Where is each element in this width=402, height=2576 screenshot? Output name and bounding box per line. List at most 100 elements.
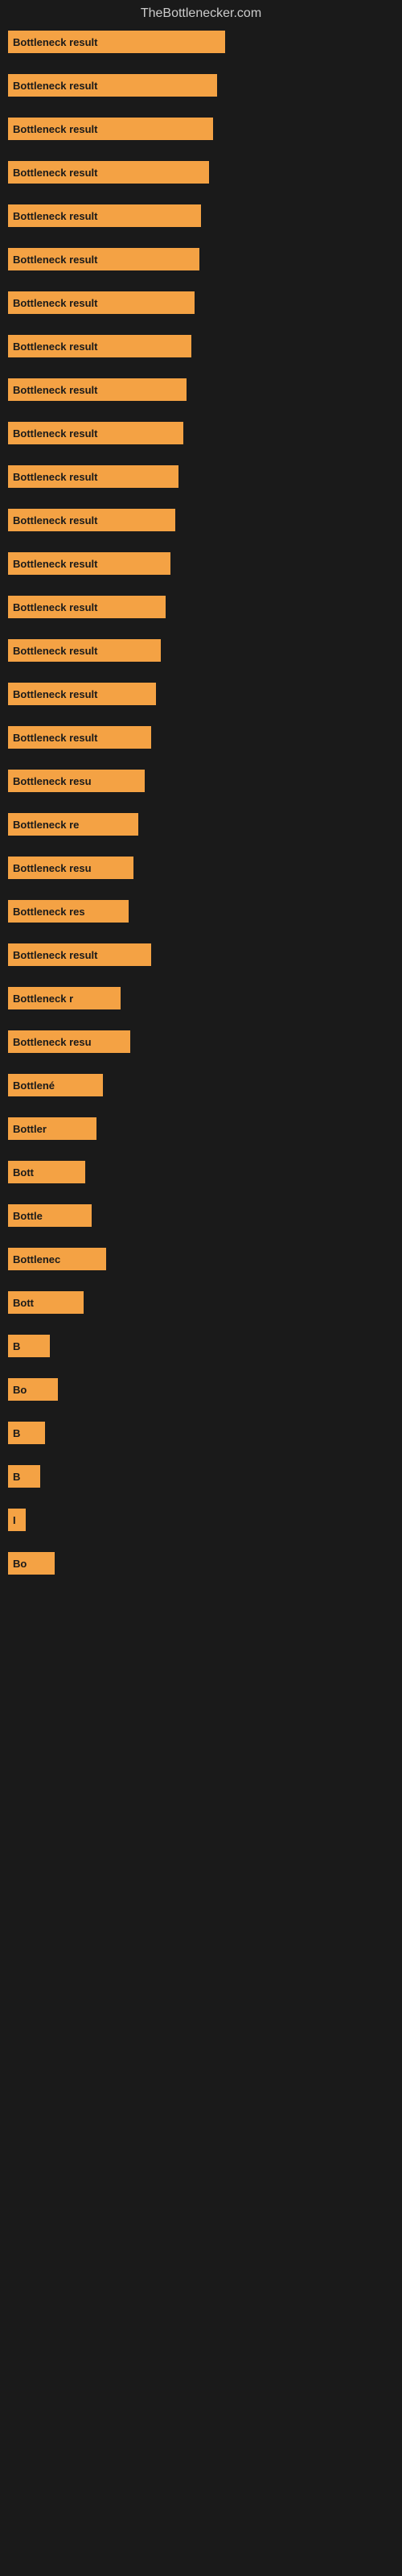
bar-label-9: Bottleneck result xyxy=(13,384,97,396)
bar-row: Bottleneck result xyxy=(8,204,394,227)
bar-row: Bottle xyxy=(8,1204,394,1227)
bar-label-2: Bottleneck result xyxy=(13,80,97,92)
bar-row: Bottleneck r xyxy=(8,987,394,1009)
bar-row: Bottleneck result xyxy=(8,248,394,270)
bar-label-4: Bottleneck result xyxy=(13,167,97,179)
bar-row: Bottler xyxy=(8,1117,394,1140)
bar-item-18: Bottleneck resu xyxy=(8,770,145,792)
bar-label-28: Bottle xyxy=(13,1210,43,1222)
bar-label-22: Bottleneck result xyxy=(13,949,97,961)
bar-label-21: Bottleneck res xyxy=(13,906,85,918)
bar-item-17: Bottleneck result xyxy=(8,726,151,749)
bar-label-36: Bo xyxy=(13,1558,27,1570)
bar-item-5: Bottleneck result xyxy=(8,204,201,227)
bar-row: Bottleneck result xyxy=(8,509,394,531)
bar-label-33: B xyxy=(13,1427,20,1439)
bar-label-6: Bottleneck result xyxy=(13,254,97,266)
bar-row: Bottleneck result xyxy=(8,161,394,184)
bar-row: Bottleneck result xyxy=(8,74,394,97)
bar-label-15: Bottleneck result xyxy=(13,645,97,657)
bar-item-14: Bottleneck result xyxy=(8,596,166,618)
bar-item-31: B xyxy=(8,1335,50,1357)
bar-item-3: Bottleneck result xyxy=(8,118,213,140)
bar-row: B xyxy=(8,1335,394,1357)
bar-row: Bo xyxy=(8,1378,394,1401)
bar-item-15: Bottleneck result xyxy=(8,639,161,662)
bar-label-17: Bottleneck result xyxy=(13,732,97,744)
bar-item-33: B xyxy=(8,1422,45,1444)
bar-row: B xyxy=(8,1422,394,1444)
bar-item-4: Bottleneck result xyxy=(8,161,209,184)
bar-item-25: Bottlené xyxy=(8,1074,103,1096)
bar-row: Bottleneck result xyxy=(8,378,394,401)
bar-row: Bottleneck res xyxy=(8,900,394,923)
bar-label-27: Bott xyxy=(13,1166,34,1179)
bar-row: Bottleneck result xyxy=(8,31,394,53)
bar-item-9: Bottleneck result xyxy=(8,378,187,401)
bar-item-10: Bottleneck result xyxy=(8,422,183,444)
bar-item-24: Bottleneck resu xyxy=(8,1030,130,1053)
bar-row: Bottlenec xyxy=(8,1248,394,1270)
bar-row: Bottleneck result xyxy=(8,683,394,705)
bar-label-10: Bottleneck result xyxy=(13,427,97,440)
bar-row: Bottleneck result xyxy=(8,335,394,357)
bar-label-32: Bo xyxy=(13,1384,27,1396)
bar-row: Bottleneck result xyxy=(8,943,394,966)
bar-item-20: Bottleneck resu xyxy=(8,857,133,879)
bar-item-36: Bo xyxy=(8,1552,55,1575)
bar-item-26: Bottler xyxy=(8,1117,96,1140)
bar-row: B xyxy=(8,1465,394,1488)
bar-label-25: Bottlené xyxy=(13,1080,55,1092)
bar-label-34: B xyxy=(13,1471,20,1483)
bar-item-35: I xyxy=(8,1509,26,1531)
bar-label-30: Bott xyxy=(13,1297,34,1309)
bar-item-16: Bottleneck result xyxy=(8,683,156,705)
bar-row: Bottleneck result xyxy=(8,465,394,488)
bar-row: Bottleneck resu xyxy=(8,770,394,792)
bar-label-19: Bottleneck re xyxy=(13,819,79,831)
bar-item-8: Bottleneck result xyxy=(8,335,191,357)
bar-row: Bott xyxy=(8,1291,394,1314)
site-title: TheBottlenecker.com xyxy=(0,0,402,31)
bar-row: Bottleneck result xyxy=(8,726,394,749)
bar-label-8: Bottleneck result xyxy=(13,341,97,353)
bar-row: Bottleneck result xyxy=(8,596,394,618)
bar-item-28: Bottle xyxy=(8,1204,92,1227)
bar-row: Bottleneck result xyxy=(8,639,394,662)
bar-item-13: Bottleneck result xyxy=(8,552,170,575)
bar-item-19: Bottleneck re xyxy=(8,813,138,836)
bar-item-29: Bottlenec xyxy=(8,1248,106,1270)
bar-label-35: I xyxy=(13,1514,16,1526)
bar-item-22: Bottleneck result xyxy=(8,943,151,966)
bar-item-2: Bottleneck result xyxy=(8,74,217,97)
bar-row: Bottleneck result xyxy=(8,552,394,575)
bar-label-5: Bottleneck result xyxy=(13,210,97,222)
bar-item-6: Bottleneck result xyxy=(8,248,199,270)
bar-row: Bo xyxy=(8,1552,394,1575)
bar-item-23: Bottleneck r xyxy=(8,987,121,1009)
bar-label-7: Bottleneck result xyxy=(13,297,97,309)
bar-label-31: B xyxy=(13,1340,20,1352)
bar-row: Bottleneck result xyxy=(8,291,394,314)
bar-item-27: Bott xyxy=(8,1161,85,1183)
bar-row: Bottleneck result xyxy=(8,422,394,444)
bar-item-11: Bottleneck result xyxy=(8,465,178,488)
bar-item-7: Bottleneck result xyxy=(8,291,195,314)
bar-label-29: Bottlenec xyxy=(13,1253,60,1265)
bar-label-23: Bottleneck r xyxy=(13,993,73,1005)
bar-label-3: Bottleneck result xyxy=(13,123,97,135)
bars-container: Bottleneck result Bottleneck result Bottle… xyxy=(0,31,402,1596)
bar-row: Bottlené xyxy=(8,1074,394,1096)
bar-row: Bottleneck re xyxy=(8,813,394,836)
bar-item-32: Bo xyxy=(8,1378,58,1401)
bar-item-30: Bott xyxy=(8,1291,84,1314)
bar-label-26: Bottler xyxy=(13,1123,47,1135)
bar-row: I xyxy=(8,1509,394,1531)
bar-label-13: Bottleneck result xyxy=(13,558,97,570)
bar-row: Bottleneck result xyxy=(8,118,394,140)
bar-label-18: Bottleneck resu xyxy=(13,775,92,787)
bar-label-20: Bottleneck resu xyxy=(13,862,92,874)
bar-item-12: Bottleneck result xyxy=(8,509,175,531)
bar-row: Bottleneck resu xyxy=(8,1030,394,1053)
bar-row: Bott xyxy=(8,1161,394,1183)
